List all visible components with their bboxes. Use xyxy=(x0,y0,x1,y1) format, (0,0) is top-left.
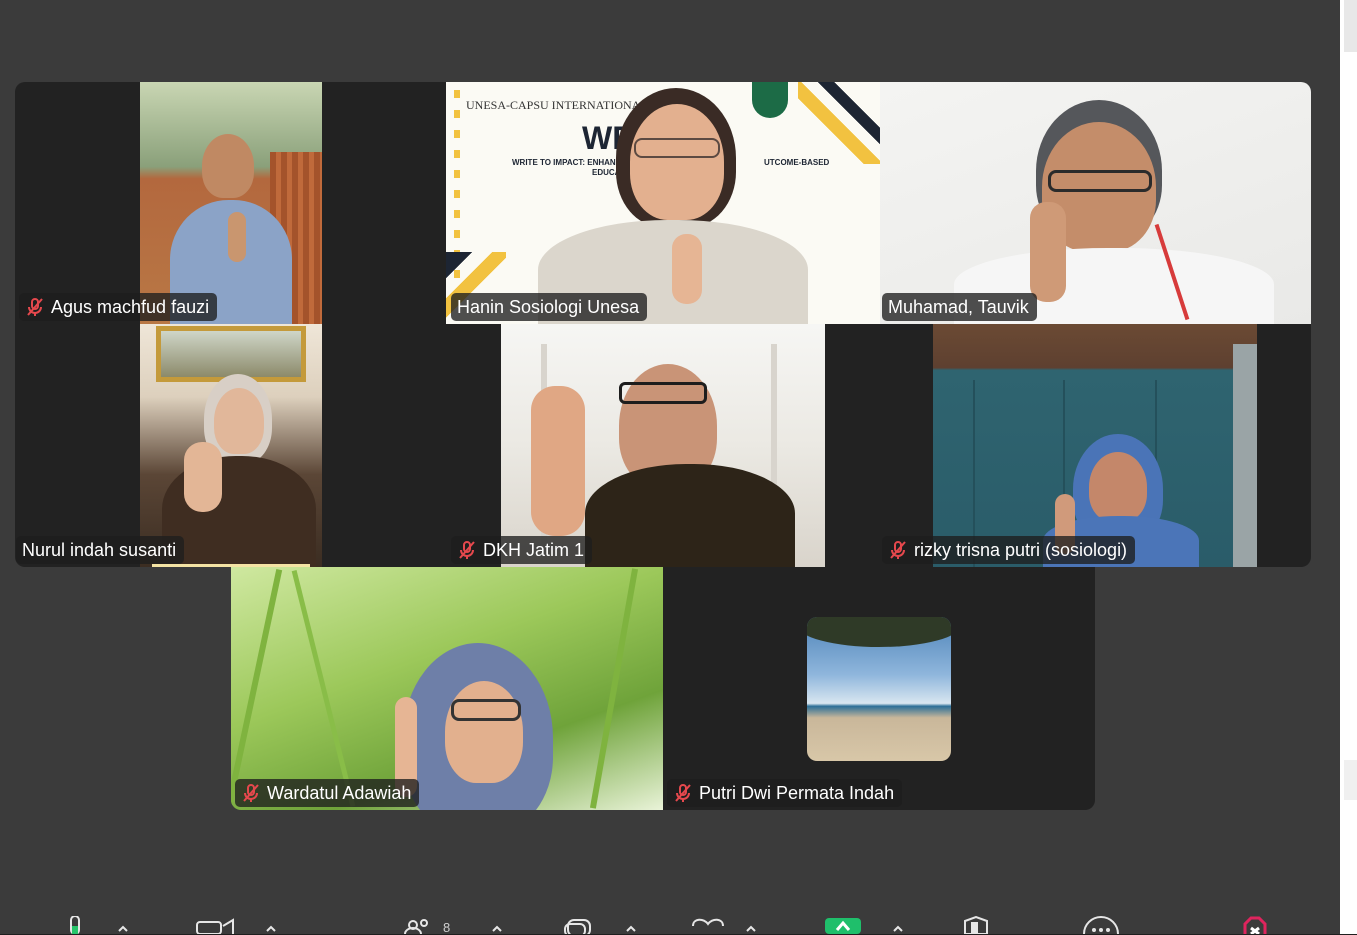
participant-nameplate: Hanin Sosiologi Unesa xyxy=(451,293,648,321)
participant-name: DKH Jatim 1 xyxy=(483,539,585,560)
chevron-up-icon[interactable] xyxy=(492,924,502,934)
participant-video xyxy=(231,567,663,810)
chevron-up-icon[interactable] xyxy=(118,924,128,934)
slide-header: UNESA-CAPSU INTERNATIONAL xyxy=(466,98,648,112)
participant-name: Agus machfud fauzi xyxy=(51,296,210,317)
participant-tile[interactable]: Muhamad, Tauvik xyxy=(880,82,1311,324)
mic-muted-icon xyxy=(241,783,261,803)
participant-tile[interactable]: rizky trisna putri (sosiologi) xyxy=(880,324,1311,567)
participant-nameplate: DKH Jatim 1 xyxy=(451,536,593,564)
meeting-toolbar: 8 xyxy=(0,880,1340,935)
participant-name: rizky trisna putri (sosiologi) xyxy=(914,539,1128,560)
mic-muted-icon xyxy=(457,540,477,560)
mic-muted-icon xyxy=(888,540,908,560)
participant-nameplate: Nurul indah susanti xyxy=(16,536,185,564)
participant-nameplate: Wardatul Adawiah xyxy=(235,779,420,807)
participant-video: UNESA-CAPSU INTERNATIONAL WE WRITE TO IM… xyxy=(446,82,880,324)
meeting-stage: Agus machfud fauzi UNESA-CAPSU INTERNATI… xyxy=(0,0,1340,935)
participant-tile[interactable]: Nurul indah susanti xyxy=(15,324,446,567)
side-panel-divider xyxy=(1344,760,1357,800)
participant-video xyxy=(501,324,825,567)
avatar xyxy=(807,617,951,761)
participant-nameplate: Putri Dwi Permata Indah xyxy=(667,779,903,807)
reactions-icon[interactable] xyxy=(690,916,730,934)
participant-tile-active-speaker[interactable]: UNESA-CAPSU INTERNATIONAL WE WRITE TO IM… xyxy=(446,82,880,324)
participant-tile[interactable]: Agus machfud fauzi xyxy=(15,82,446,324)
participant-tile[interactable]: DKH Jatim 1 xyxy=(446,324,880,567)
participant-nameplate: rizky trisna putri (sosiologi) xyxy=(882,536,1136,564)
chat-icon[interactable] xyxy=(564,916,598,934)
participant-name: Nurul indah susanti xyxy=(22,539,177,560)
side-panel xyxy=(1340,0,1357,934)
participant-video xyxy=(933,324,1257,567)
mic-muted-icon xyxy=(673,783,693,803)
participant-name: Putri Dwi Permata Indah xyxy=(699,782,895,803)
participant-name: Wardatul Adawiah xyxy=(267,782,412,803)
more-icon[interactable] xyxy=(1082,916,1120,934)
share-icon[interactable] xyxy=(825,916,861,934)
chevron-up-icon[interactable] xyxy=(746,924,756,934)
chevron-up-icon[interactable] xyxy=(893,924,903,934)
participant-nameplate: Muhamad, Tauvik xyxy=(882,293,1037,321)
participant-name: Muhamad, Tauvik xyxy=(888,296,1029,317)
participant-name: Hanin Sosiologi Unesa xyxy=(457,296,640,317)
participant-video xyxy=(140,82,322,324)
participants-icon[interactable] xyxy=(404,916,434,934)
participant-video xyxy=(140,324,322,567)
participant-video xyxy=(880,82,1311,324)
participant-nameplate: Agus machfud fauzi xyxy=(19,293,218,321)
camera-icon[interactable] xyxy=(196,916,236,934)
end-icon[interactable] xyxy=(1237,916,1273,934)
microphone-icon[interactable] xyxy=(62,916,88,934)
scrollbar[interactable] xyxy=(1344,0,1357,52)
security-icon[interactable] xyxy=(962,916,992,934)
participants-count: 8 xyxy=(443,920,451,935)
chevron-up-icon[interactable] xyxy=(266,924,276,934)
chevron-up-icon[interactable] xyxy=(626,924,636,934)
mic-muted-icon xyxy=(25,297,45,317)
participant-tile[interactable]: Wardatul Adawiah xyxy=(231,567,663,810)
participant-tile[interactable]: Putri Dwi Permata Indah xyxy=(663,567,1095,810)
